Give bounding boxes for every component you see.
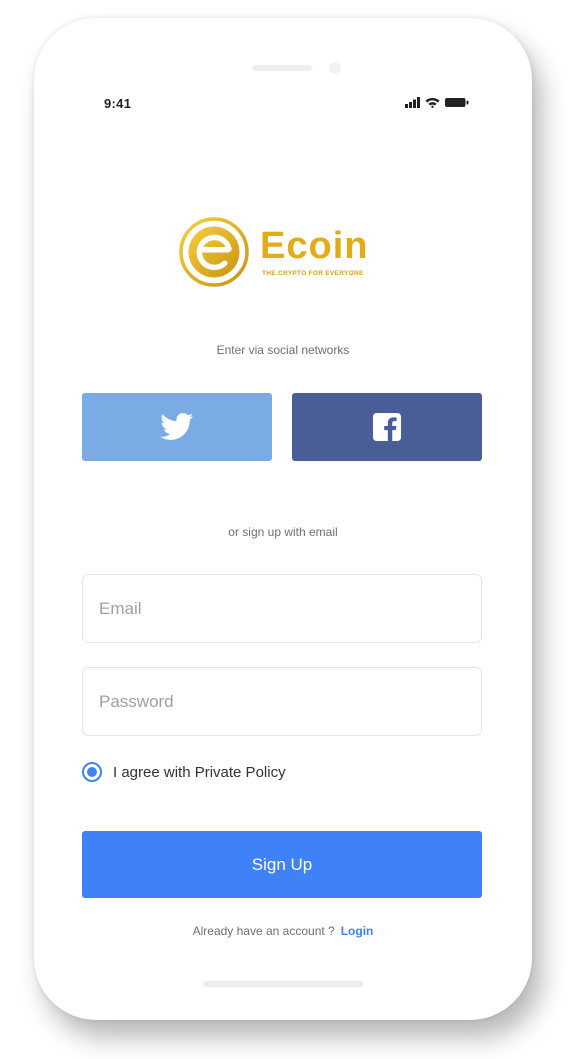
wifi-icon <box>425 97 440 108</box>
social-caption: Enter via social networks <box>216 343 350 357</box>
brand-name: Ecoin <box>260 225 369 267</box>
facebook-login-button[interactable] <box>292 393 482 461</box>
login-link[interactable]: Login <box>341 924 374 938</box>
phone-frame: 9:41 Ecoin THE CRYPTO FOR EVERYONE Enter… <box>34 18 532 1020</box>
front-camera <box>329 62 341 74</box>
radio-selected-dot <box>87 767 97 777</box>
status-icons <box>405 97 469 108</box>
ecoin-coin-logo <box>179 217 249 287</box>
cellular-signal-icon <box>405 97 420 108</box>
facebook-f-icon <box>373 413 401 441</box>
login-prompt-text: Already have an account ? <box>192 924 335 938</box>
password-input[interactable] <box>83 668 481 735</box>
email-input[interactable] <box>83 575 481 642</box>
status-time: 9:41 <box>104 96 132 111</box>
brand-tagline: THE CRYPTO FOR EVERYONE <box>262 270 364 277</box>
home-indicator <box>203 981 363 987</box>
agree-policy-row[interactable]: I agree with Private Policy <box>82 762 286 782</box>
brand-logo: Ecoin THE CRYPTO FOR EVERYONE <box>178 216 398 287</box>
agree-label: I agree with Private Policy <box>113 763 286 781</box>
sign-up-button[interactable]: Sign Up <box>82 831 482 898</box>
twitter-login-button[interactable] <box>82 393 272 461</box>
battery-icon <box>445 97 469 108</box>
email-field[interactable] <box>82 574 482 643</box>
password-field[interactable] <box>82 667 482 736</box>
agree-radio[interactable] <box>82 762 102 782</box>
login-prompt: Already have an account ? Login <box>34 924 532 938</box>
twitter-bird-icon <box>160 413 194 440</box>
speaker-grille <box>252 65 312 71</box>
email-divider-text: or sign up with email <box>228 525 338 539</box>
